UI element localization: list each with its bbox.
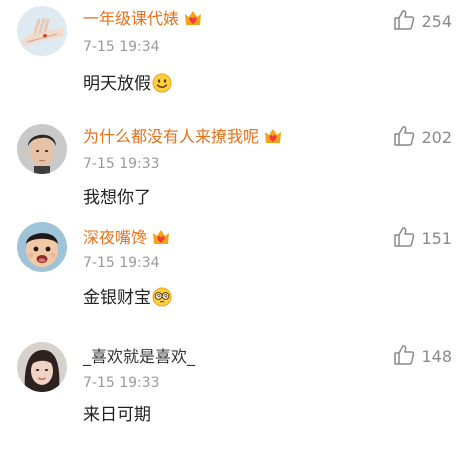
comment-text: 明天放假 — [83, 73, 172, 99]
crown-heart-badge-icon — [183, 9, 203, 32]
like-count: 254 — [421, 11, 452, 31]
avatar[interactable] — [17, 6, 67, 56]
avatar[interactable] — [17, 124, 67, 174]
thumbs-up-icon — [393, 226, 415, 251]
man-avatar-image — [17, 124, 67, 174]
crown-heart-badge-icon — [263, 127, 283, 150]
username-text: 为什么都没有人来撩我呢 — [83, 127, 260, 146]
username[interactable]: 一年级课代婊 — [83, 9, 203, 32]
comment-time: 7-15 19:33 — [83, 375, 160, 391]
comment-time: 7-15 19:34 — [83, 39, 160, 55]
like-count: 202 — [421, 127, 452, 147]
username[interactable]: _喜欢就是喜欢_ — [83, 347, 195, 367]
thumbs-up-icon — [393, 9, 415, 34]
comment-time: 7-15 19:34 — [83, 255, 160, 271]
username-text: 深夜嘴馋 — [83, 228, 148, 247]
crown-heart-badge-icon — [151, 228, 171, 251]
like-count: 148 — [421, 346, 452, 366]
comment-text-content: 明天放假 — [83, 74, 151, 94]
comment-time: 7-15 19:33 — [83, 156, 160, 172]
username-text: _喜欢就是喜欢_ — [83, 347, 196, 366]
like-button[interactable]: 254 — [393, 9, 452, 34]
avatar[interactable] — [17, 222, 67, 272]
comment-text: 我想你了 — [83, 187, 151, 209]
comment-text-content: 金银财宝 — [83, 288, 151, 308]
username[interactable]: 深夜嘴馋 — [83, 228, 171, 251]
like-count: 151 — [421, 228, 452, 248]
dizzy-eyes-emoji — [152, 287, 172, 313]
child-avatar-image — [17, 222, 67, 272]
like-button[interactable]: 202 — [393, 125, 452, 150]
hand-avatar-image — [17, 6, 67, 56]
comment-text-content: 来日可期 — [83, 405, 151, 425]
smile-emoji — [152, 73, 172, 99]
avatar[interactable] — [17, 342, 67, 392]
woman-avatar-image — [17, 342, 67, 392]
thumbs-up-icon — [393, 344, 415, 369]
thumbs-up-icon — [393, 125, 415, 150]
comment-text: 金银财宝 — [83, 287, 172, 313]
like-button[interactable]: 151 — [393, 226, 452, 251]
username-text: 一年级课代婊 — [83, 9, 180, 28]
username[interactable]: 为什么都没有人来撩我呢 — [83, 127, 283, 150]
comment-text-content: 我想你了 — [83, 188, 151, 208]
comment-text: 来日可期 — [83, 404, 151, 426]
like-button[interactable]: 148 — [393, 344, 452, 369]
